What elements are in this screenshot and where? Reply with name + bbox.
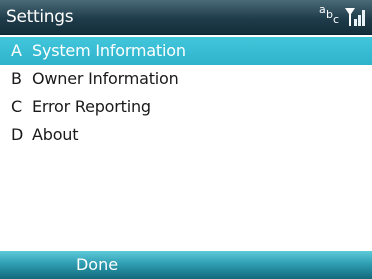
menu-item-about[interactable]: D About xyxy=(0,121,372,149)
done-softkey-button[interactable]: Done xyxy=(62,251,132,279)
menu-item-system-information[interactable]: A System Information xyxy=(0,37,372,65)
menu-item-key: C xyxy=(11,97,22,116)
input-mode-c: c xyxy=(333,13,340,26)
menu-item-label: Owner Information xyxy=(32,69,179,88)
menu-item-key: B xyxy=(11,69,22,88)
menu-item-error-reporting[interactable]: C Error Reporting xyxy=(0,93,372,121)
menu-item-owner-information[interactable]: B Owner Information xyxy=(0,65,372,93)
menu-item-label: System Information xyxy=(32,41,186,60)
settings-menu-list: A System Information B Owner Information… xyxy=(0,37,372,149)
input-mode-b: b xyxy=(326,8,333,21)
input-mode-indicator: a b c xyxy=(319,3,341,29)
menu-item-key: D xyxy=(11,125,24,144)
softkey-bar: Done xyxy=(0,251,372,279)
page-title: Settings xyxy=(6,7,74,27)
menu-item-key: A xyxy=(11,41,22,60)
input-mode-a: a xyxy=(319,3,326,16)
menu-item-label: Error Reporting xyxy=(32,97,151,116)
signal-strength-icon xyxy=(345,8,365,26)
menu-item-label: About xyxy=(32,125,79,144)
title-bar: Settings a b c xyxy=(0,0,372,35)
